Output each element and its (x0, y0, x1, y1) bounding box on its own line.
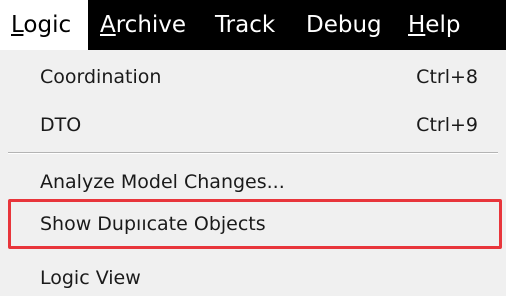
menu-help-label: elp (425, 12, 461, 38)
menu-help-mnemonic: H (408, 12, 426, 38)
menu-item-dto[interactable]: DTO Ctrl+9 (0, 111, 506, 139)
menu-item-show-duplicate-objects[interactable]: Show Dupııcate Objects (0, 199, 506, 249)
menu-bar: Logic Archive Track Debug Help (0, 0, 506, 50)
menu-item-shortcut: Ctrl+8 (416, 66, 478, 88)
menu-debug[interactable]: Debug (306, 0, 382, 50)
menu-logic-mnemonic: L (11, 12, 24, 38)
menu-help[interactable]: Help (408, 0, 460, 50)
application-window: Logic Archive Track Debug Help Coordinat… (0, 0, 506, 296)
menu-track[interactable]: Track (215, 0, 275, 50)
menu-archive[interactable]: Archive (100, 0, 186, 50)
menu-item-label: DTO (40, 114, 82, 136)
menu-logic[interactable]: Logic (0, 0, 88, 50)
menu-separator (8, 152, 498, 154)
menu-logic-label: ogic (23, 12, 72, 38)
menu-item-coordination[interactable]: Coordination Ctrl+8 (0, 63, 506, 91)
menu-item-shortcut: Ctrl+9 (416, 114, 478, 136)
menu-debug-label: Debug (306, 12, 382, 38)
menu-track-label: Track (215, 12, 276, 38)
menu-item-logic-view[interactable]: Logic View (0, 264, 506, 292)
menu-item-label: Show Dupııcate Objects (40, 213, 266, 235)
menu-archive-mnemonic: A (100, 12, 116, 38)
menu-archive-label: rchive (115, 12, 187, 38)
menu-item-analyze-model-changes[interactable]: Analyze Model Changes... (0, 168, 506, 196)
menu-item-label: Analyze Model Changes... (40, 171, 285, 193)
menu-item-label: Logic View (40, 267, 141, 289)
menu-item-label: Coordination (40, 66, 162, 88)
logic-dropdown-menu: Coordination Ctrl+8 DTO Ctrl+9 Analyze M… (0, 50, 506, 296)
